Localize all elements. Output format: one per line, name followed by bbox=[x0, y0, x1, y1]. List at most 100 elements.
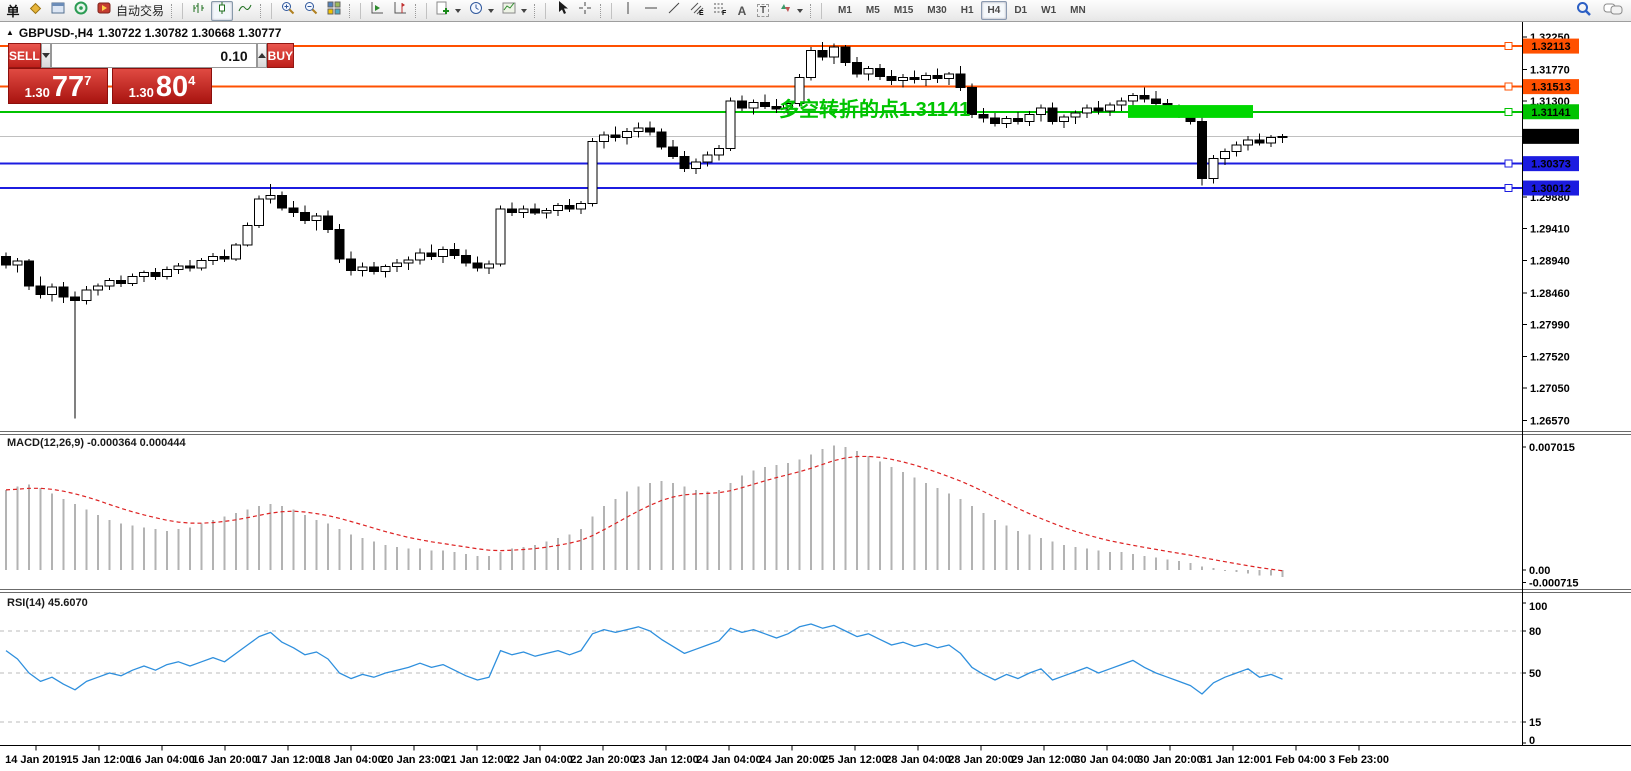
crosshair-icon bbox=[577, 0, 593, 21]
chart-shift-button[interactable] bbox=[389, 1, 411, 21]
sell-price-box[interactable]: 1.30777 bbox=[8, 68, 108, 104]
volume-decrease-button[interactable] bbox=[41, 43, 51, 68]
fibonacci-tool[interactable]: F bbox=[709, 1, 731, 21]
rs-layer bbox=[0, 624, 1522, 722]
tab-timeframe-m30[interactable]: M30 bbox=[920, 1, 953, 20]
templates-button[interactable] bbox=[498, 1, 530, 21]
svg-text:30 Jan 20:00: 30 Jan 20:00 bbox=[1137, 754, 1202, 766]
tab-timeframe-d1[interactable]: D1 bbox=[1007, 1, 1034, 20]
autotrading-button[interactable]: 自动交易 bbox=[93, 1, 167, 21]
cursor-button[interactable] bbox=[551, 1, 573, 21]
buy-price-prefix: 1.30 bbox=[129, 86, 154, 99]
macd-layer bbox=[5, 445, 1284, 577]
arrows-tool[interactable] bbox=[774, 1, 806, 21]
tab-timeframe-mn[interactable]: MN bbox=[1063, 1, 1093, 20]
svg-text:1.32113: 1.32113 bbox=[1531, 41, 1570, 53]
channel-tool[interactable]: E bbox=[686, 1, 708, 21]
navigator-button[interactable] bbox=[70, 1, 92, 21]
svg-text:24 Jan 04:00: 24 Jan 04:00 bbox=[696, 754, 761, 766]
svg-text:1.31770: 1.31770 bbox=[1530, 64, 1570, 76]
green-zone-rect bbox=[1128, 105, 1253, 118]
svg-text:30 Jan 04:00: 30 Jan 04:00 bbox=[1074, 754, 1139, 766]
svg-text:14 Jan 2019: 14 Jan 2019 bbox=[5, 754, 67, 766]
volume-input[interactable] bbox=[51, 43, 257, 68]
svg-text:24 Jan 20:00: 24 Jan 20:00 bbox=[759, 754, 824, 766]
label-tool[interactable]: T bbox=[753, 1, 773, 21]
zoom-in-icon bbox=[280, 0, 296, 21]
text-tool-icon: A bbox=[738, 4, 747, 18]
tab-timeframe-m5[interactable]: M5 bbox=[859, 1, 887, 20]
tab-timeframe-h1[interactable]: H1 bbox=[954, 1, 981, 20]
mt4-window: { "toolbar": { "new_order_label": "单", "… bbox=[0, 0, 1631, 771]
svg-text:1.31141: 1.31141 bbox=[1531, 107, 1570, 119]
svg-text:1.29410: 1.29410 bbox=[1530, 224, 1570, 236]
text-tool[interactable]: A bbox=[732, 1, 752, 21]
tab-timeframe-h4[interactable]: H4 bbox=[981, 1, 1008, 20]
tab-timeframe-m15[interactable]: M15 bbox=[887, 1, 920, 20]
svg-text:F: F bbox=[722, 10, 727, 16]
svg-text:16 Jan 04:00: 16 Jan 04:00 bbox=[129, 754, 194, 766]
svg-text:22 Jan 04:00: 22 Jan 04:00 bbox=[507, 754, 572, 766]
volume-increase-button[interactable] bbox=[257, 43, 267, 68]
periods-button[interactable] bbox=[465, 1, 497, 21]
chart-header: ▲ GBPUSD-,H4 1.30722 1.30782 1.30668 1.3… bbox=[6, 26, 281, 40]
svg-text:1.30012: 1.30012 bbox=[1531, 183, 1571, 195]
new-order-button[interactable]: 单 bbox=[3, 1, 23, 21]
chat-icon[interactable] bbox=[1603, 1, 1623, 22]
one-click-trading-panel: SELL BUY 1.30777 1.30804 bbox=[8, 43, 212, 104]
data-window-button[interactable] bbox=[47, 1, 69, 21]
timeframe-bar: M1M5M15M30H1H4D1W1MN bbox=[831, 1, 1093, 20]
svg-text:1.30373: 1.30373 bbox=[1531, 159, 1571, 171]
svg-text:21 Jan 12:00: 21 Jan 12:00 bbox=[444, 754, 509, 766]
symbol-period-label: GBPUSD-,H4 bbox=[19, 26, 93, 40]
channel-icon: E bbox=[689, 0, 705, 21]
trendline-tool[interactable] bbox=[663, 1, 685, 21]
buy-button[interactable]: BUY bbox=[267, 43, 294, 68]
line-handles-layer bbox=[1505, 43, 1512, 192]
sell-price-prefix: 1.30 bbox=[25, 86, 50, 99]
crosshair-button[interactable] bbox=[574, 1, 596, 21]
svg-text:50: 50 bbox=[1529, 668, 1541, 680]
main-toolbar: 单 自动交易 E F A T M1M5M15 bbox=[0, 0, 1631, 22]
svg-text:28 Jan 20:00: 28 Jan 20:00 bbox=[948, 754, 1013, 766]
search-icon[interactable] bbox=[1575, 0, 1593, 23]
svg-text:31 Jan 12:00: 31 Jan 12:00 bbox=[1200, 754, 1265, 766]
bar-chart-button[interactable] bbox=[188, 1, 210, 21]
price-badges: 1.321131.315131.311411.303731.300121.307… bbox=[1523, 39, 1579, 196]
spinner-down-icon bbox=[42, 53, 50, 62]
collapse-panel-icon[interactable]: ▲ bbox=[6, 29, 14, 37]
svg-text:0: 0 bbox=[1529, 735, 1535, 747]
indicators-button[interactable] bbox=[432, 1, 464, 21]
zoom-out-button[interactable] bbox=[300, 1, 322, 21]
arrows-icon bbox=[777, 0, 793, 21]
svg-text:-0.000715: -0.000715 bbox=[1529, 578, 1579, 590]
svg-text:1.26570: 1.26570 bbox=[1530, 416, 1570, 428]
svg-text:15 Jan 12:00: 15 Jan 12:00 bbox=[66, 754, 131, 766]
autotrading-icon bbox=[96, 0, 112, 21]
vertical-line-icon bbox=[620, 0, 636, 21]
svg-text:17 Jan 12:00: 17 Jan 12:00 bbox=[255, 754, 320, 766]
svg-text:100: 100 bbox=[1529, 601, 1547, 613]
line-chart-button[interactable] bbox=[234, 1, 256, 21]
tab-timeframe-m1[interactable]: M1 bbox=[831, 1, 859, 20]
market-watch-button[interactable] bbox=[24, 1, 46, 21]
buy-price-box[interactable]: 1.30804 bbox=[112, 68, 212, 104]
candlestick-chart-button[interactable] bbox=[211, 1, 233, 21]
auto-scroll-button[interactable] bbox=[366, 1, 388, 21]
chart-annotation-text: 多空转折的点1.31141 bbox=[779, 93, 970, 122]
vertical-line-tool[interactable] bbox=[617, 1, 639, 21]
svg-text:1.27990: 1.27990 bbox=[1530, 320, 1570, 332]
tile-windows-button[interactable] bbox=[323, 1, 345, 21]
frame-layer bbox=[0, 22, 1631, 746]
zoom-in-button[interactable] bbox=[277, 1, 299, 21]
sell-price-big: 77 bbox=[52, 76, 84, 99]
templates-dropdown-arrow bbox=[521, 9, 527, 16]
horizontal-line-icon bbox=[643, 0, 659, 21]
tab-timeframe-w1[interactable]: W1 bbox=[1034, 1, 1063, 20]
sell-button[interactable]: SELL bbox=[8, 43, 41, 68]
svg-text:16 Jan 20:00: 16 Jan 20:00 bbox=[192, 754, 257, 766]
svg-text:23 Jan 12:00: 23 Jan 12:00 bbox=[633, 754, 698, 766]
horizontal-line-tool[interactable] bbox=[640, 1, 662, 21]
market-watch-icon bbox=[27, 0, 43, 21]
spinner-up-icon bbox=[258, 49, 266, 58]
